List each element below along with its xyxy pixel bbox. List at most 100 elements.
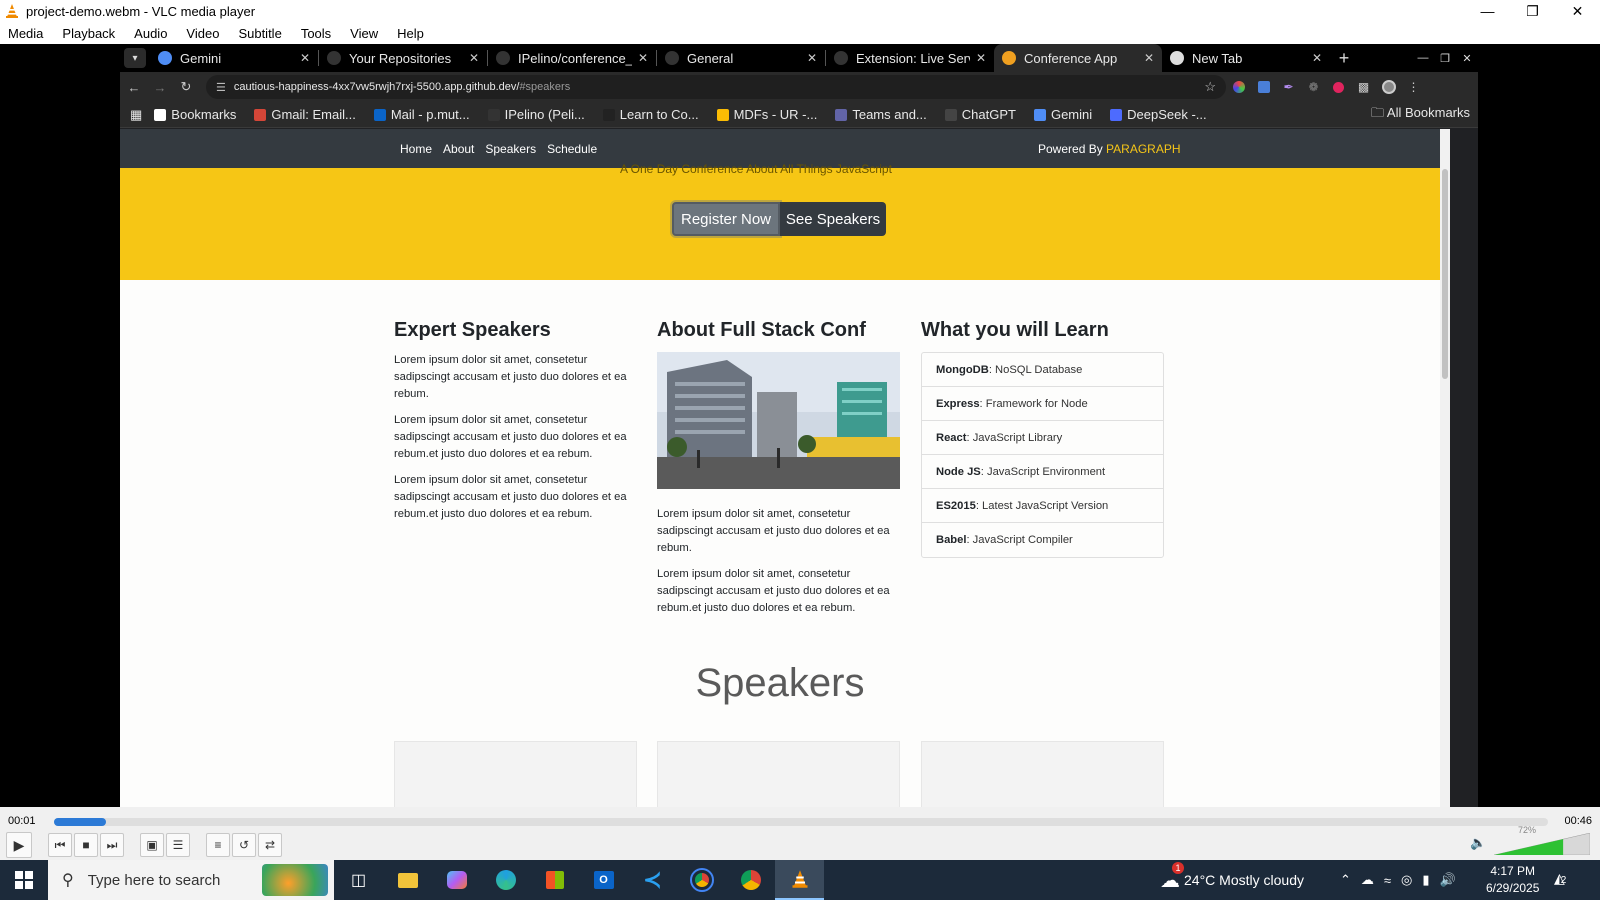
nav-about-link[interactable]: About	[443, 142, 474, 156]
register-now-button[interactable]: Register Now	[672, 202, 780, 236]
browser-minimize-button[interactable]: —	[1412, 52, 1434, 65]
nav-schedule-link[interactable]: Schedule	[547, 142, 597, 156]
browser-menu-icon[interactable]: ⋮	[1401, 80, 1426, 94]
site-info-icon[interactable]: ☰	[216, 81, 226, 94]
nav-speakers-link[interactable]: Speakers	[485, 142, 536, 156]
tab[interactable]: Extension: Live Serv ✕	[826, 44, 994, 72]
tab-close-icon[interactable]: ✕	[638, 51, 648, 65]
bookmark-item[interactable]: ChatGPT	[944, 107, 1016, 122]
extension-bug-icon[interactable]: ❁	[1301, 80, 1326, 94]
speaker-icon[interactable]: 🔈	[1470, 835, 1486, 851]
bookmark-item[interactable]: Teams and...	[835, 107, 927, 122]
chevron-up-icon[interactable]: ⌃	[1340, 872, 1351, 888]
tab-close-icon[interactable]: ✕	[300, 51, 310, 65]
see-speakers-button[interactable]: See Speakers	[780, 202, 886, 236]
browser-restore-button[interactable]: ❐	[1434, 52, 1456, 65]
fullscreen-icon[interactable]: ▣	[140, 833, 164, 857]
tab[interactable]: Conference App ✕	[994, 44, 1162, 72]
forward-icon[interactable]: →	[148, 80, 172, 95]
bookmark-item[interactable]: Bookmarks	[154, 107, 236, 122]
taskbar-clock[interactable]: 4:17 PM 6/29/2025	[1486, 863, 1539, 897]
stop-icon[interactable]: ■	[74, 833, 98, 857]
tab[interactable]: New Tab ✕	[1162, 44, 1330, 72]
tab-close-icon[interactable]: ✕	[469, 51, 479, 65]
wifi-icon[interactable]: ≈	[1384, 873, 1391, 888]
address-bar[interactable]: ☰ cautious-happiness-4xx7vw5rwjh7rxj-550…	[206, 75, 1226, 99]
onedrive-icon[interactable]: ☁	[1361, 872, 1374, 888]
menu-tools[interactable]: Tools	[301, 26, 331, 41]
weather-widget[interactable]: ☁ 1 24°C Mostly cloudy	[1160, 860, 1304, 900]
extension-color-icon[interactable]	[1226, 81, 1251, 93]
menu-help[interactable]: Help	[397, 26, 424, 41]
tab[interactable]: General ✕	[657, 44, 825, 72]
menu-subtitle[interactable]: Subtitle	[238, 26, 281, 41]
browser-close-button[interactable]: ✕	[1456, 52, 1478, 65]
meet-icon[interactable]: ◎	[1401, 872, 1412, 888]
tab[interactable]: Gemini ✕	[150, 44, 318, 72]
extension-record-icon[interactable]	[1326, 81, 1351, 93]
restore-button[interactable]: ❐	[1510, 0, 1555, 22]
tab-close-icon[interactable]: ✕	[976, 51, 986, 65]
nav-home-link[interactable]: Home	[400, 142, 432, 156]
menu-media[interactable]: Media	[8, 26, 43, 41]
new-tab-button[interactable]: +	[1330, 48, 1358, 69]
extension-translate-icon[interactable]	[1251, 81, 1276, 93]
bookmark-item[interactable]: Gemini	[1033, 107, 1092, 122]
playlist-icon[interactable]: ≡	[206, 833, 230, 857]
previous-icon[interactable]: ⏮	[48, 833, 72, 857]
vlc-taskbar-icon[interactable]	[775, 860, 824, 900]
windows-start-icon[interactable]	[0, 860, 48, 900]
bookmark-items: Bookmarks Gmail: Email... Mail - p.mut... I…	[154, 107, 1224, 122]
volume-icon[interactable]: 🔊	[1440, 872, 1456, 888]
page-scrollbar[interactable]	[1440, 129, 1450, 807]
edge-icon[interactable]	[481, 860, 530, 900]
bookmark-item[interactable]: Gmail: Email...	[254, 107, 356, 122]
task-view-icon[interactable]: ◫	[334, 860, 383, 900]
microsoft-store-icon[interactable]	[530, 860, 579, 900]
play-icon[interactable]: ▶	[6, 832, 32, 858]
scrollbar-thumb[interactable]	[1442, 169, 1448, 379]
notification-center-icon[interactable]: ◭2	[1554, 870, 1566, 887]
menu-audio[interactable]: Audio	[134, 26, 167, 41]
bookmark-item[interactable]: IPelino (Peli...	[487, 107, 585, 122]
close-button[interactable]: ✕	[1555, 0, 1600, 22]
chrome-profile-icon[interactable]	[677, 860, 726, 900]
tab[interactable]: Your Repositories ✕	[319, 44, 487, 72]
tab-close-icon[interactable]: ✕	[807, 51, 817, 65]
menu-video[interactable]: Video	[186, 26, 219, 41]
bookmark-item[interactable]: MDFs - UR -...	[716, 107, 817, 122]
all-bookmarks-folder[interactable]: 🗀 All Bookmarks	[1371, 104, 1470, 126]
tab[interactable]: IPelino/conference_r ✕	[488, 44, 656, 72]
extension-pen-icon[interactable]: ✒	[1276, 80, 1301, 94]
shuffle-icon[interactable]: ⇄	[258, 833, 282, 857]
seek-bar[interactable]	[54, 818, 1548, 826]
tab-search-button[interactable]: ▾	[124, 48, 146, 68]
apps-grid-icon[interactable]: ▦	[130, 107, 142, 123]
extended-settings-icon[interactable]: ☰	[166, 833, 190, 857]
battery-icon[interactable]: ▮	[1422, 872, 1429, 888]
reload-icon[interactable]: ↻	[174, 79, 198, 95]
back-icon[interactable]: ←	[122, 80, 146, 95]
tab-close-icon[interactable]: ✕	[1144, 51, 1154, 65]
bookmark-item[interactable]: Mail - p.mut...	[373, 107, 470, 122]
loop-icon[interactable]: ↺	[232, 833, 256, 857]
next-icon[interactable]: ⏭	[100, 833, 124, 857]
taskbar-search[interactable]: ⚲ Type here to search	[48, 860, 334, 900]
bookmark-star-icon[interactable]: ☆	[1204, 79, 1216, 95]
copilot-icon[interactable]	[432, 860, 481, 900]
extensions-puzzle-icon[interactable]: ▩	[1351, 80, 1376, 94]
menu-view[interactable]: View	[350, 26, 378, 41]
volume-control[interactable]: 🔈 72%	[1470, 825, 1590, 855]
profile-avatar[interactable]	[1376, 80, 1401, 94]
minimize-button[interactable]: —	[1465, 0, 1510, 22]
file-explorer-icon[interactable]	[383, 860, 432, 900]
powered-by-brand-link[interactable]: PARAGRAPH	[1106, 142, 1180, 156]
chrome-icon[interactable]	[726, 860, 775, 900]
menu-playback[interactable]: Playback	[62, 26, 115, 41]
volume-slider[interactable]	[1494, 833, 1590, 855]
outlook-icon[interactable]: O	[579, 860, 628, 900]
bookmark-item[interactable]: DeepSeek -...	[1110, 107, 1207, 122]
bookmark-item[interactable]: Learn to Co...	[602, 107, 699, 122]
tab-close-icon[interactable]: ✕	[1312, 51, 1322, 65]
vscode-icon[interactable]: ≺	[628, 860, 677, 900]
